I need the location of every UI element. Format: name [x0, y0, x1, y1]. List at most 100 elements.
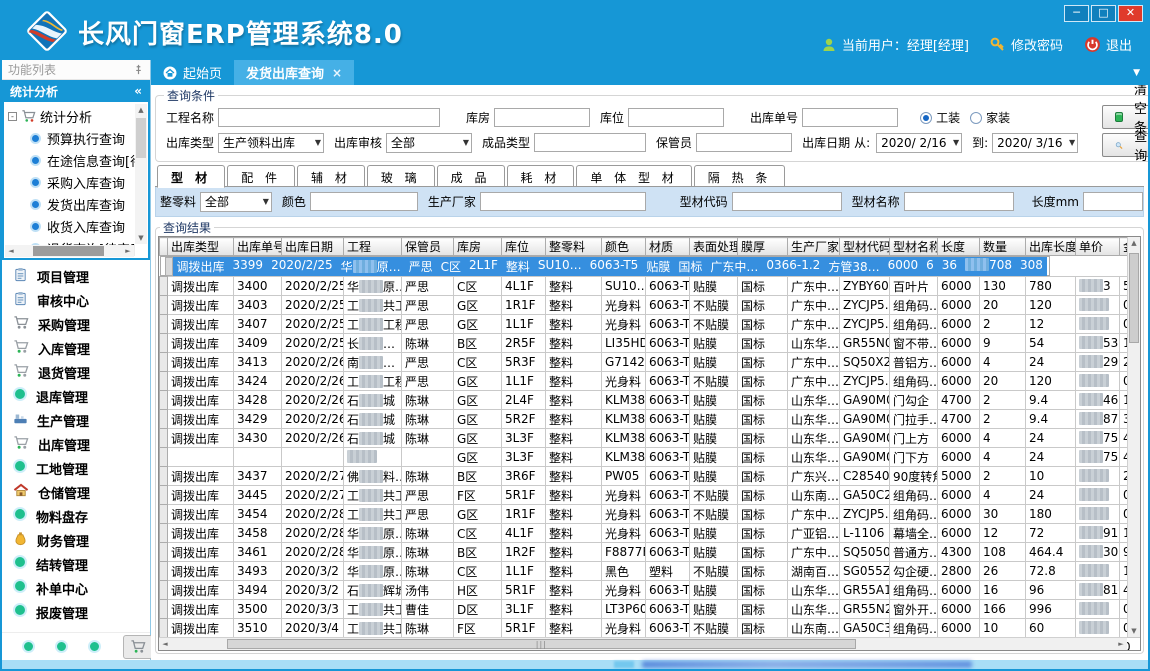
close-button[interactable]: ✕ — [1118, 5, 1143, 22]
material-tab-0[interactable]: 型 材 — [157, 165, 225, 188]
column-header[interactable]: 整零料 — [546, 238, 602, 256]
minimize-button[interactable]: ─ — [1064, 5, 1089, 22]
material-tab-3[interactable]: 玻 璃 — [367, 165, 435, 187]
tree-item-1[interactable]: 在途信息查询[待 — [8, 149, 134, 171]
table-row[interactable]: 调拨出库34072020/2/25工工程严思G区1L1F整料光身料6063-T5… — [160, 315, 1142, 334]
column-header[interactable]: 库位 — [502, 238, 546, 256]
module-dot-icon[interactable] — [55, 640, 68, 653]
project-name-input[interactable] — [218, 108, 440, 127]
column-header[interactable]: 出库长度 — [1026, 238, 1076, 256]
table-row[interactable]: 调拨出库34452020/2/27工共工程严思F区5R1F整料光身料6063-T… — [160, 486, 1142, 505]
sidebar-module-9[interactable]: 仓储管理 — [2, 480, 150, 504]
sidebar-module-7[interactable]: 出库管理 — [2, 432, 150, 456]
outbound-type-select[interactable]: 生产领料出库▼ — [218, 133, 324, 153]
column-header[interactable]: 库房 — [454, 238, 502, 256]
scroll-up-icon[interactable]: ▲ — [135, 104, 147, 116]
tab-shipment-outbound-query[interactable]: 发货出库查询 × — [234, 60, 354, 85]
grid-horizontal-scrollbar[interactable]: ◄ ||| ► — [159, 637, 1127, 650]
product-type-input[interactable] — [534, 133, 646, 152]
sidebar-module-1[interactable]: 审核中心 — [2, 288, 150, 312]
column-header[interactable]: 生产厂家 — [788, 238, 840, 256]
scroll-left-icon[interactable]: ◄ — [5, 245, 17, 257]
tree-item-2[interactable]: 采购入库查询 — [8, 171, 134, 193]
length-input[interactable] — [1083, 192, 1143, 211]
tree-expand-icon[interactable]: - — [8, 112, 17, 121]
tab-close-icon[interactable]: × — [332, 66, 342, 80]
material-tab-5[interactable]: 耗 材 — [507, 165, 575, 187]
collapse-icon[interactable]: « — [134, 84, 142, 98]
whole-piece-select[interactable]: 全部▼ — [200, 192, 272, 212]
tab-overflow-caret-icon[interactable]: ▼ — [1133, 68, 1140, 78]
material-tab-7[interactable]: 隔 热 条 — [694, 165, 786, 187]
change-password[interactable]: 修改密码 — [990, 35, 1063, 54]
table-row[interactable]: 调拨出库34092020/2/25长…陈琳B区2R5F整料LI35HD6063-… — [160, 334, 1142, 353]
table-row[interactable]: 调拨出库34612020/2/28华原…陈琳B区1R2F整料F8877FT606… — [160, 543, 1142, 562]
scroll-right-icon[interactable]: ► — [1115, 638, 1127, 650]
outbound-no-input[interactable] — [802, 108, 898, 127]
sidebar-module-14[interactable]: 报废管理 — [2, 600, 150, 624]
table-row[interactable]: 调拨出库34932020/3/2华原…陈琳C区1L1F整料黑色塑料不贴膜国标湖南… — [160, 562, 1142, 581]
profile-code-input[interactable] — [732, 192, 842, 211]
tree-hscroll-thumb[interactable] — [33, 246, 104, 256]
material-tab-2[interactable]: 辅 材 — [297, 165, 365, 187]
column-header[interactable]: 颜色 — [602, 238, 646, 256]
tree-vscroll-thumb[interactable] — [136, 118, 146, 158]
maximize-button[interactable]: □ — [1091, 5, 1116, 22]
keeper-input[interactable] — [696, 133, 792, 152]
table-row[interactable]: 调拨出库34292020/2/26石城陈琳G区5R2F整料KLM38176063… — [160, 410, 1142, 429]
column-header[interactable]: 膜厚 — [738, 238, 788, 256]
material-tab-4[interactable]: 成 品 — [437, 165, 505, 187]
scroll-up-icon[interactable]: ▲ — [1128, 237, 1140, 249]
tree-horizontal-scrollbar[interactable]: ◄ ► — [5, 245, 134, 257]
sidebar-module-11[interactable]: 财务管理 — [2, 528, 150, 552]
sidebar-module-6[interactable]: 生产管理 — [2, 408, 150, 432]
sidebar-module-0[interactable]: 项目管理 — [2, 264, 150, 288]
column-header[interactable]: 出库单号 — [234, 238, 282, 256]
table-row[interactable]: 调拨出库34242020/2/26工工程严思G区1L1F整料光身料6063-T5… — [160, 372, 1142, 391]
scroll-left-icon[interactable]: ◄ — [159, 638, 171, 650]
location-input[interactable] — [628, 108, 724, 127]
scroll-right-icon[interactable]: ► — [122, 245, 134, 257]
date-to-select[interactable]: 2020/ 3/16▼ — [992, 133, 1078, 153]
warehouse-input[interactable] — [494, 108, 590, 127]
search-button[interactable]: 查 询 — [1102, 133, 1150, 157]
column-header[interactable]: 材质 — [646, 238, 690, 256]
module-dot-icon[interactable] — [22, 640, 35, 653]
tab-home[interactable]: 起始页 — [151, 60, 234, 85]
column-header[interactable]: 数量 — [980, 238, 1026, 256]
sidebar-module-2[interactable]: 采购管理 — [2, 312, 150, 336]
pin-icon[interactable] — [133, 64, 144, 75]
tree-root[interactable]: - 统计分析 — [8, 105, 134, 127]
sidebar-module-12[interactable]: 结转管理 — [2, 552, 150, 576]
table-row[interactable]: 调拨出库34372020/2/27佛料…陈琳B区3R6F整料PW056063-T… — [160, 467, 1142, 486]
sidebar-module-3[interactable]: 入库管理 — [2, 336, 150, 360]
sidebar-module-13[interactable]: 补单中心 — [2, 576, 150, 600]
date-from-select[interactable]: 2020/ 2/16▼ — [876, 133, 962, 153]
table-row[interactable]: 调拨出库34942020/3/2石辉城汤伟H区5R1F整料光身料6063-T5贴… — [160, 581, 1142, 600]
profile-name-input[interactable] — [904, 192, 1014, 211]
tree-item-3[interactable]: 发货出库查询 — [8, 193, 134, 215]
table-row[interactable]: 调拨出库34282020/2/26石城陈琳G区2L4F整料KLM38176063… — [160, 391, 1142, 410]
tree-vertical-scrollbar[interactable]: ▲ ▼ — [135, 104, 147, 244]
table-row[interactable]: 调拨出库35002020/3/3工共工程曹佳D区3L1F整料LT3P606063… — [160, 600, 1142, 619]
column-header[interactable]: 出库日期 — [282, 238, 344, 256]
grid-hscroll-thumb[interactable]: ||| — [227, 639, 856, 649]
table-row[interactable]: 调拨出库34302020/2/26石城陈琳G区3L3F整料KLM38176063… — [160, 429, 1142, 448]
color-input[interactable] — [310, 192, 418, 211]
column-header[interactable]: 表面处理 — [690, 238, 738, 256]
table-row[interactable]: G区3L3F整料KLM38176063-T5贴膜国标山东华…GA90M09.门下… — [160, 448, 1142, 467]
column-header[interactable]: 出库类型 — [168, 238, 234, 256]
manufacturer-input[interactable] — [480, 192, 646, 211]
column-header[interactable]: 保管员 — [402, 238, 454, 256]
material-tab-1[interactable]: 配 件 — [227, 165, 295, 187]
sidebar-module-8[interactable]: 工地管理 — [2, 456, 150, 480]
audit-select[interactable]: 全部▼ — [386, 133, 472, 153]
column-header[interactable]: 单价 — [1076, 238, 1120, 256]
table-row[interactable]: 调拨出库34132020/2/26南…严思C区5R3F整料G714226063-… — [160, 353, 1142, 372]
column-header[interactable]: 型材名称 — [890, 238, 938, 256]
scroll-down-icon[interactable]: ▼ — [1128, 625, 1140, 637]
table-row[interactable]: 调拨出库35102020/3/4工共工程陈琳F区5R1F整料光身料6063-T5… — [160, 619, 1142, 638]
tree-item-6[interactable]: 退库管理[待定] — [8, 259, 134, 260]
grid-vertical-scrollbar[interactable]: ▲ ▼ — [1127, 237, 1140, 637]
logout[interactable]: 退出 — [1084, 35, 1132, 54]
